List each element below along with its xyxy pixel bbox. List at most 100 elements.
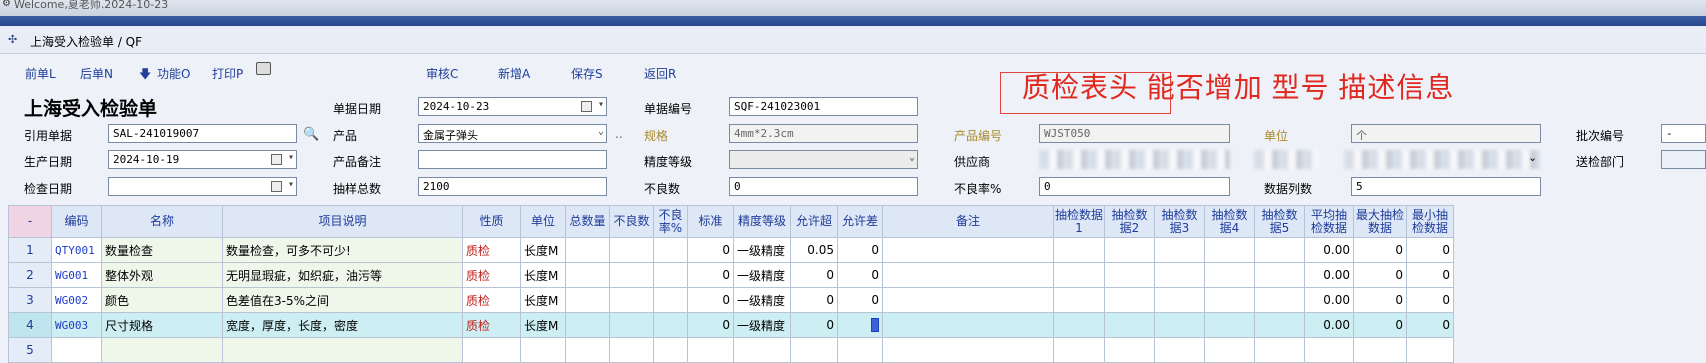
cell-defect[interactable] xyxy=(609,262,654,288)
defect-rate-input[interactable]: 0 xyxy=(1039,177,1230,196)
cell-rate[interactable] xyxy=(653,337,688,363)
prev-button[interactable]: 前单L xyxy=(25,65,56,82)
col-header[interactable]: 编码 xyxy=(51,205,102,238)
col-header[interactable]: 抽检数据4 xyxy=(1204,205,1255,238)
cell-d2[interactable] xyxy=(1104,287,1155,313)
cell-n[interactable]: 2 xyxy=(8,262,52,288)
cell-over[interactable]: 0 xyxy=(790,287,838,313)
chevron-down-icon[interactable]: ▾ xyxy=(288,179,294,190)
calendar-icon[interactable] xyxy=(271,181,282,192)
cell-d4[interactable] xyxy=(1204,237,1255,263)
cell-d4[interactable] xyxy=(1204,287,1255,313)
cell-d5[interactable] xyxy=(1254,312,1305,338)
cell-d1[interactable] xyxy=(1053,237,1105,263)
cell-d2[interactable] xyxy=(1104,262,1155,288)
cell-n[interactable]: 1 xyxy=(8,237,52,263)
cell-name[interactable] xyxy=(101,337,223,363)
cell-avg[interactable]: 0.00 xyxy=(1304,287,1354,313)
col-header[interactable]: 单位 xyxy=(520,205,566,238)
cell-grade[interactable]: 一级精度 xyxy=(733,312,791,338)
cell-nature[interactable]: 质检 xyxy=(462,262,521,288)
defect-qty-input[interactable]: 0 xyxy=(729,177,918,196)
cell-d3[interactable] xyxy=(1154,337,1205,363)
ref-no-input[interactable]: SAL-241019007 xyxy=(108,124,297,143)
cell-note[interactable] xyxy=(882,287,1054,313)
add-button[interactable]: 新增A xyxy=(498,65,530,82)
col-header[interactable]: 项目说明 xyxy=(222,205,463,238)
doc-no-input[interactable]: SQF-241023001 xyxy=(729,97,918,116)
cell-min[interactable] xyxy=(1406,337,1454,363)
col-header[interactable]: 抽检数据1 xyxy=(1053,205,1105,238)
product-note-input[interactable] xyxy=(418,150,607,169)
col-header[interactable]: 平均抽检数据 xyxy=(1304,205,1354,238)
cell-avg[interactable]: 0.00 xyxy=(1304,262,1354,288)
cell-nature[interactable]: 质检 xyxy=(462,312,521,338)
cell-avg[interactable]: 0.00 xyxy=(1304,237,1354,263)
cell-d2[interactable] xyxy=(1104,312,1155,338)
next-button[interactable]: 后单N xyxy=(80,65,113,82)
cell-defect[interactable] xyxy=(609,287,654,313)
col-header[interactable]: 允许超 xyxy=(790,205,838,238)
col-header[interactable]: 总数量 xyxy=(565,205,610,238)
cell-rate[interactable] xyxy=(653,237,688,263)
cell-note[interactable] xyxy=(882,237,1054,263)
cell-d3[interactable] xyxy=(1154,237,1205,263)
spec-input[interactable]: 4mm*2.3cm xyxy=(729,124,918,143)
cell-d2[interactable] xyxy=(1104,337,1155,363)
cell-unit[interactable]: 长度M xyxy=(520,237,566,263)
cell-min[interactable]: 0 xyxy=(1406,262,1454,288)
back-button[interactable]: 返回R xyxy=(644,65,676,82)
cell-desc[interactable] xyxy=(222,337,463,363)
chevron-down-icon[interactable]: ⌄ xyxy=(598,126,604,137)
col-header[interactable]: 精度等级 xyxy=(733,205,791,238)
sample-total-input[interactable]: 2100 xyxy=(418,177,607,196)
cell-under[interactable]: 0 xyxy=(837,237,883,263)
col-header[interactable]: 标准 xyxy=(687,205,734,238)
cell-total[interactable] xyxy=(565,237,610,263)
cell-total[interactable] xyxy=(565,262,610,288)
table-row[interactable]: 3 WG002 颜色 色差值在3-5%之间 质检 长度M 0 一级精度 0 0 0.00 0 0 xyxy=(8,287,1454,313)
table-row[interactable]: 1 QTY001 数量检查 数量检查，可多不可少! 质检 长度M 0 一级精度 0.05 0 0.0… xyxy=(8,237,1454,263)
batch-no-input[interactable]: - xyxy=(1661,124,1706,143)
cell-editor[interactable] xyxy=(871,318,879,333)
cell-note[interactable] xyxy=(882,337,1054,363)
cell-grade[interactable]: 一级精度 xyxy=(733,237,791,263)
cell-d1[interactable] xyxy=(1053,312,1105,338)
cell-d1[interactable] xyxy=(1053,262,1105,288)
cell-d2[interactable] xyxy=(1104,237,1155,263)
cell-unit[interactable]: 长度M xyxy=(520,262,566,288)
cell-avg[interactable]: 0.00 xyxy=(1304,312,1354,338)
col-header[interactable]: 抽检数据5 xyxy=(1254,205,1305,238)
cell-grade[interactable]: 一级精度 xyxy=(733,262,791,288)
cell-max[interactable]: 0 xyxy=(1353,287,1407,313)
cell-min[interactable]: 0 xyxy=(1406,287,1454,313)
cell-code[interactable]: QTY001 xyxy=(51,237,102,263)
precision-select[interactable]: ⌄ xyxy=(729,150,918,169)
product-code-input[interactable]: WJST050 xyxy=(1039,124,1230,143)
cell-max[interactable] xyxy=(1353,337,1407,363)
cell-unit[interactable]: 长度M xyxy=(520,287,566,313)
cell-note[interactable] xyxy=(882,262,1054,288)
cell-over[interactable]: 0.05 xyxy=(790,237,838,263)
cell-nature[interactable]: 质检 xyxy=(462,237,521,263)
data-cols-input[interactable]: 5 xyxy=(1351,177,1541,196)
check-date-input[interactable]: ▾ xyxy=(108,177,297,196)
cell-rate[interactable] xyxy=(653,287,688,313)
cell-d3[interactable] xyxy=(1154,312,1205,338)
cell-d3[interactable] xyxy=(1154,262,1205,288)
cell-avg[interactable] xyxy=(1304,337,1354,363)
save-button[interactable]: 保存S xyxy=(571,65,603,82)
send-dept-input[interactable] xyxy=(1661,150,1706,169)
cell-d5[interactable] xyxy=(1254,237,1305,263)
cell-d1[interactable] xyxy=(1053,337,1105,363)
cell-code[interactable]: WG001 xyxy=(51,262,102,288)
cell-total[interactable] xyxy=(565,312,610,338)
cell-name[interactable]: 颜色 xyxy=(101,287,223,313)
cell-d4[interactable] xyxy=(1204,337,1255,363)
table-row[interactable]: 4 WG003 尺寸规格 宽度，厚度，长度，密度 质检 长度M 0 一级精度 0 0.00 0 0 xyxy=(8,312,1454,338)
cell-note[interactable] xyxy=(882,312,1054,338)
cell-grade[interactable]: 一级精度 xyxy=(733,287,791,313)
cell-total[interactable] xyxy=(565,287,610,313)
col-header[interactable]: 抽检数据2 xyxy=(1104,205,1155,238)
doc-date-input[interactable]: 2024-10-23 ▾ xyxy=(418,97,607,116)
